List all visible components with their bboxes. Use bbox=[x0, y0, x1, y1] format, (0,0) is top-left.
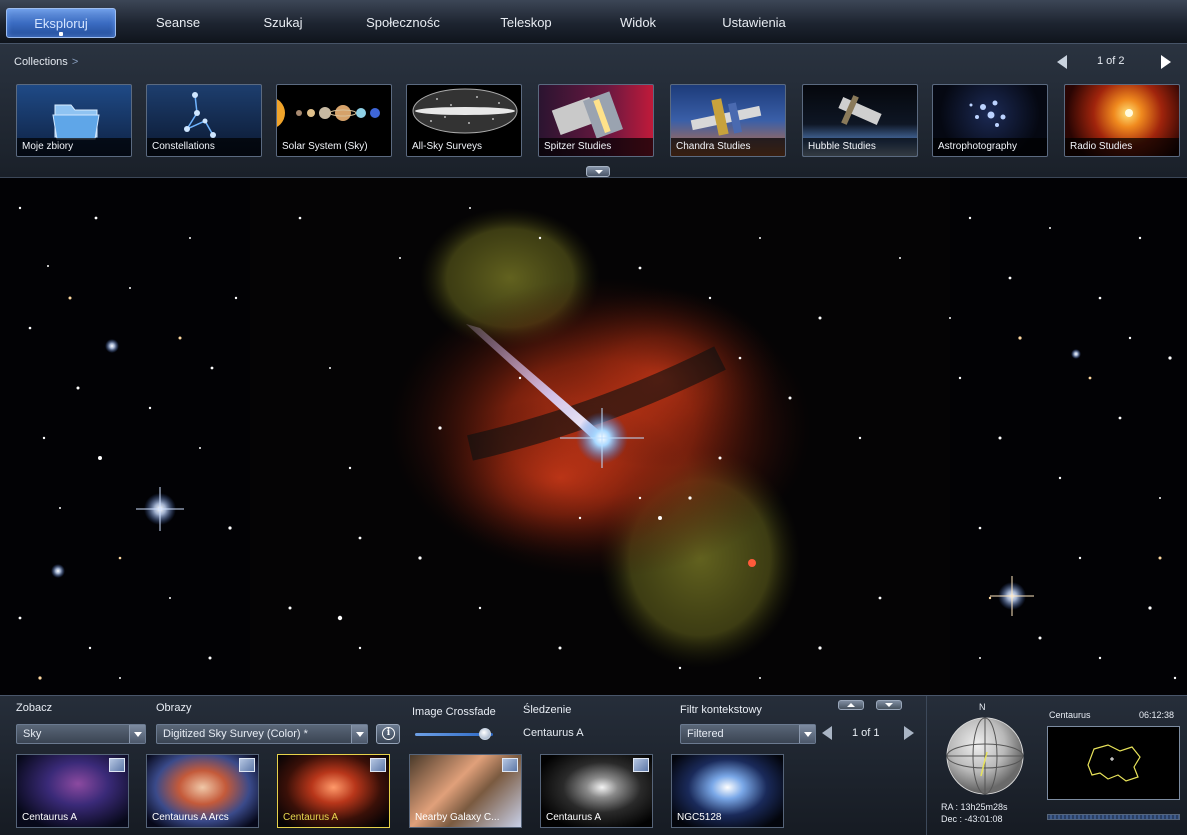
result-tile[interactable]: NGC5128 bbox=[671, 754, 784, 828]
clock-readout: 06:12:38 bbox=[1139, 710, 1175, 720]
collection-tile-astrophotography[interactable]: Astrophotography bbox=[932, 84, 1048, 157]
context-filter-value: Filtered bbox=[687, 728, 724, 740]
next-page-icon[interactable] bbox=[904, 726, 914, 740]
collection-tile-hubble-studies[interactable]: Hubble Studies bbox=[802, 84, 918, 157]
context-filter-dropdown[interactable]: Filtered bbox=[680, 724, 816, 744]
image-set-icon bbox=[239, 758, 255, 772]
collection-tile-label: Astrophotography bbox=[933, 138, 1047, 156]
previous-page-icon[interactable] bbox=[1057, 55, 1067, 69]
image-set-icon bbox=[109, 758, 125, 772]
tab-eksploruj[interactable]: Eksploruj bbox=[6, 8, 116, 38]
result-tile[interactable]: Centaurus A Arcs bbox=[146, 754, 259, 828]
zoom-scale-bar[interactable] bbox=[1047, 814, 1180, 820]
scroll-up-button[interactable] bbox=[838, 700, 864, 710]
look-value: Sky bbox=[23, 728, 42, 740]
collections-page-indicator: 1 of 2 bbox=[1097, 55, 1125, 67]
chevron-down-icon bbox=[129, 725, 145, 743]
crossfade-slider-handle[interactable] bbox=[479, 728, 492, 740]
tab-label: Seanse bbox=[155, 15, 201, 30]
result-tile-selected[interactable]: Centaurus A bbox=[277, 754, 390, 828]
collections-panel: Collections > 1 of 2 Moje zbiory Constell… bbox=[0, 44, 1187, 178]
sky-image bbox=[18, 178, 1177, 695]
context-panel: Zobacz Sky Obrazy Digitized Sky Survey (… bbox=[0, 695, 1187, 835]
tab-label: Ustawienia bbox=[722, 15, 786, 30]
look-label: Zobacz bbox=[16, 702, 53, 714]
collection-tile-spitzer-studies[interactable]: Spitzer Studies bbox=[538, 84, 654, 157]
breadcrumb-separator: > bbox=[71, 56, 79, 68]
chevron-down-icon bbox=[351, 725, 367, 743]
collection-tile-label: Moje zbiory bbox=[17, 138, 131, 156]
navigation-panel: N RA : 13h25m28s Dec : -43:01:08 Centaur… bbox=[926, 696, 1187, 835]
imagery-label: Obrazy bbox=[156, 702, 192, 714]
tab-ustawienia[interactable]: Ustawienia bbox=[694, 8, 814, 38]
tab-label: Teleskop bbox=[500, 15, 552, 30]
ra-readout: RA : 13h25m28s bbox=[941, 802, 1008, 812]
results-page-indicator: 1 of 1 bbox=[852, 727, 880, 739]
collection-tile-label: Solar System (Sky) bbox=[277, 138, 391, 156]
imagery-dropdown[interactable]: Digitized Sky Survey (Color) * bbox=[156, 724, 368, 744]
collection-tile-label: Hubble Studies bbox=[803, 138, 917, 156]
tab-label: Społecznośc bbox=[366, 15, 440, 30]
tracking-label: Śledzenie bbox=[523, 704, 572, 716]
breadcrumb[interactable]: Collections > bbox=[14, 56, 78, 68]
image-set-icon bbox=[633, 758, 649, 772]
tab-teleskop[interactable]: Teleskop bbox=[476, 8, 576, 38]
tab-seanse[interactable]: Seanse bbox=[128, 8, 228, 38]
collection-tile-label: Radio Studies bbox=[1065, 138, 1179, 156]
main-menu-bar: Eksploruj Seanse Szukaj Społecznośc Tele… bbox=[0, 0, 1187, 44]
next-page-icon[interactable] bbox=[1161, 55, 1171, 69]
info-icon: i bbox=[382, 727, 395, 740]
tracking-value: Centaurus A bbox=[523, 727, 584, 739]
breadcrumb-label: Collections bbox=[14, 56, 68, 68]
collection-tile-radio-studies[interactable]: Radio Studies bbox=[1064, 84, 1180, 157]
result-tile-label: Centaurus A bbox=[546, 812, 602, 823]
result-tile[interactable]: Centaurus A bbox=[540, 754, 653, 828]
result-tile[interactable]: Nearby Galaxy C... bbox=[409, 754, 522, 828]
collection-tile-label: Constellations bbox=[147, 138, 261, 156]
image-set-icon bbox=[370, 758, 386, 772]
celestial-globe-icon[interactable] bbox=[943, 714, 1027, 798]
collection-tile-solar-system[interactable]: Solar System (Sky) bbox=[276, 84, 392, 157]
collection-tile-all-sky-surveys[interactable]: All-Sky Surveys bbox=[406, 84, 522, 157]
tab-szukaj[interactable]: Szukaj bbox=[238, 8, 328, 38]
tab-label: Szukaj bbox=[263, 15, 303, 30]
collection-tile-chandra-studies[interactable]: Chandra Studies bbox=[670, 84, 786, 157]
tab-widok[interactable]: Widok bbox=[588, 8, 688, 38]
tab-label: Widok bbox=[619, 15, 657, 30]
collection-tile-moje-zbiory[interactable]: Moje zbiory bbox=[16, 84, 132, 157]
tab-label: Eksploruj bbox=[34, 16, 88, 31]
look-dropdown[interactable]: Sky bbox=[16, 724, 146, 744]
result-tile-label: Nearby Galaxy C... bbox=[415, 812, 500, 823]
scroll-down-button[interactable] bbox=[876, 700, 902, 710]
result-tile-label: Centaurus A bbox=[283, 812, 339, 823]
collection-tile-label: Spitzer Studies bbox=[539, 138, 653, 156]
dropdown-indicator-icon bbox=[59, 32, 63, 36]
result-tile[interactable]: Centaurus A bbox=[16, 754, 129, 828]
collections-pager: 1 of 2 bbox=[1057, 54, 1177, 70]
constellation-minimap[interactable] bbox=[1047, 726, 1180, 800]
result-tile-label: NGC5128 bbox=[677, 812, 722, 823]
collection-tile-label: All-Sky Surveys bbox=[407, 138, 521, 156]
imagery-value: Digitized Sky Survey (Color) * bbox=[163, 728, 308, 740]
dec-readout: Dec : -43:01:08 bbox=[941, 814, 1003, 824]
crossfade-label: Image Crossfade bbox=[412, 706, 496, 718]
sky-viewport[interactable] bbox=[0, 178, 1187, 695]
image-set-icon bbox=[502, 758, 518, 772]
result-tile-label: Centaurus A Arcs bbox=[152, 812, 229, 823]
collection-tile-constellations[interactable]: Constellations bbox=[146, 84, 262, 157]
collapse-collections-button[interactable] bbox=[586, 166, 610, 177]
info-button[interactable]: i bbox=[376, 724, 400, 744]
north-label: N bbox=[979, 702, 986, 712]
collection-tile-label: Chandra Studies bbox=[671, 138, 785, 156]
chevron-down-icon bbox=[799, 725, 815, 743]
constellation-outline-icon bbox=[1087, 744, 1141, 782]
tab-spolecznosc[interactable]: Społecznośc bbox=[338, 8, 468, 38]
constellation-name: Centaurus bbox=[1049, 710, 1091, 720]
context-filter-label: Filtr kontekstowy bbox=[680, 704, 762, 716]
previous-page-icon[interactable] bbox=[822, 726, 832, 740]
result-tile-label: Centaurus A bbox=[22, 812, 78, 823]
